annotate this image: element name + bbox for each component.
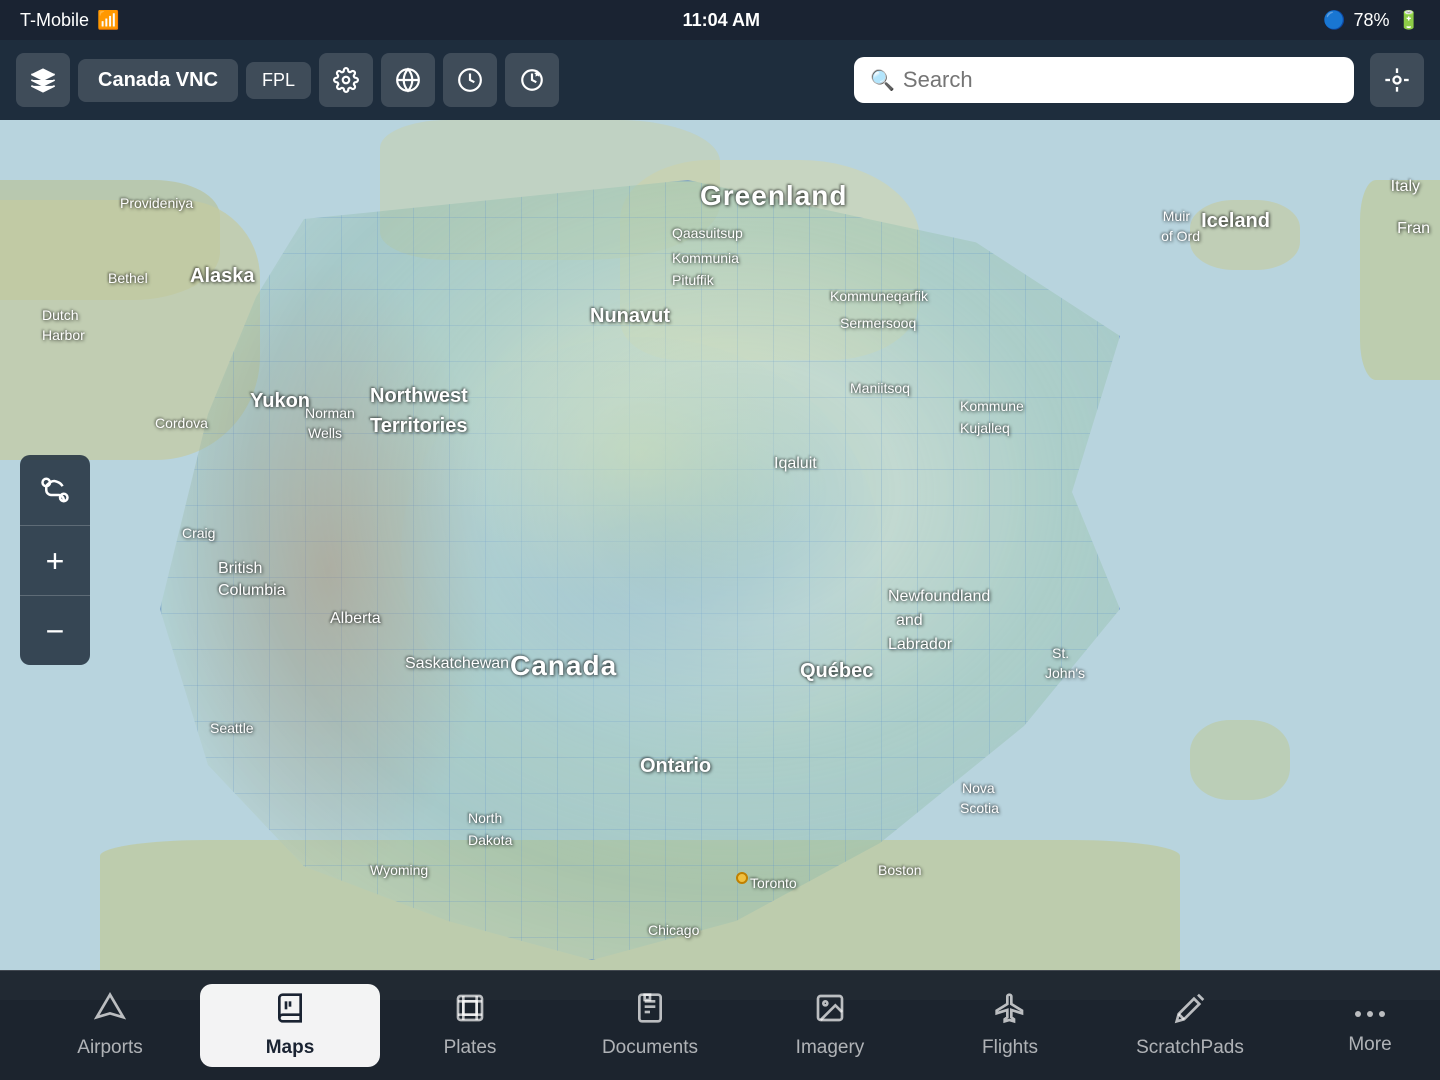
imagery-icon <box>814 992 846 1031</box>
status-bar: T-Mobile 📶 11:04 AM 🔵 78% 🔋 <box>0 0 1440 40</box>
scratchpads-icon <box>1174 992 1206 1031</box>
left-controls: + − <box>20 455 90 665</box>
bluetooth-icon: 🔵 <box>1323 10 1345 31</box>
search-icon: 🔍 <box>870 68 895 93</box>
more-icon <box>1354 996 1386 1028</box>
nav-maps[interactable]: Maps <box>200 984 380 1067</box>
flights-icon <box>994 992 1026 1031</box>
layers-button[interactable] <box>16 53 70 107</box>
toolbar: Canada VNC FPL 🔍 <box>0 40 1440 120</box>
nav-more[interactable]: More <box>1280 988 1440 1064</box>
nav-flights[interactable]: Flights <box>920 984 1100 1067</box>
battery-icon: 🔋 <box>1398 10 1420 31</box>
search-container: 🔍 <box>854 57 1354 103</box>
zoom-in-button[interactable]: + <box>20 525 90 595</box>
bottom-nav: Airports Maps Plates <box>0 970 1440 1080</box>
maps-icon <box>274 992 306 1031</box>
search-input[interactable] <box>903 67 1338 93</box>
status-time: 11:04 AM <box>683 10 760 31</box>
terrain-yellow <box>448 298 831 609</box>
battery-label: 78% <box>1354 10 1390 31</box>
toronto-dot <box>736 872 748 884</box>
star-clock-button[interactable] <box>505 53 559 107</box>
status-right: 🔵 78% 🔋 <box>1323 10 1420 31</box>
nav-imagery[interactable]: Imagery <box>740 984 920 1067</box>
more-label: More <box>1348 1034 1391 1056</box>
scratchpads-label: ScratchPads <box>1136 1037 1244 1059</box>
flights-label: Flights <box>982 1037 1038 1059</box>
map-title-label: Canada VNC <box>98 69 218 92</box>
status-left: T-Mobile 📶 <box>20 10 119 31</box>
fpl-label: FPL <box>262 70 295 91</box>
nav-airports[interactable]: Airports <box>20 984 200 1067</box>
maps-label: Maps <box>266 1037 315 1059</box>
documents-label: Documents <box>602 1037 698 1059</box>
globe-button[interactable] <box>381 53 435 107</box>
route-button[interactable] <box>20 455 90 525</box>
plates-label: Plates <box>444 1037 497 1059</box>
airports-icon <box>94 992 126 1031</box>
nav-scratchpads[interactable]: ScratchPads <box>1100 984 1280 1067</box>
land-newfoundland <box>1190 720 1290 800</box>
clock-button[interactable] <box>443 53 497 107</box>
fpl-button[interactable]: FPL <box>246 62 311 99</box>
map-area[interactable]: Greenland Iceland Provideniya Alaska Nun… <box>0 120 1440 1000</box>
plates-icon <box>454 992 486 1031</box>
land-iceland <box>1190 200 1300 270</box>
nav-plates[interactable]: Plates <box>380 984 560 1067</box>
airports-label: Airports <box>77 1037 142 1059</box>
documents-icon <box>634 992 666 1031</box>
map-title-button[interactable]: Canada VNC <box>78 59 238 102</box>
carrier-label: T-Mobile <box>20 10 89 31</box>
settings-button[interactable] <box>319 53 373 107</box>
nav-documents[interactable]: Documents <box>560 984 740 1067</box>
target-button[interactable] <box>1370 53 1424 107</box>
wifi-icon: 📶 <box>97 10 119 31</box>
zoom-out-button[interactable]: − <box>20 595 90 665</box>
land-europe <box>1360 180 1440 380</box>
imagery-label: Imagery <box>796 1037 865 1059</box>
